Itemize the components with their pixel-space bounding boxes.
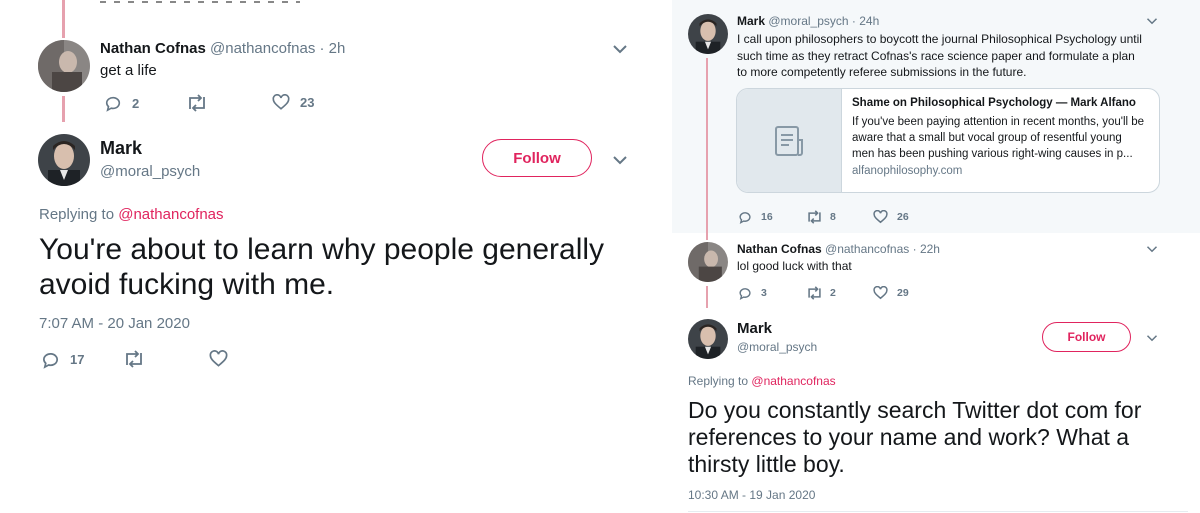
author-handle[interactable]: @nathancofnas [210, 40, 315, 57]
retweet-count: 2 [830, 287, 836, 299]
follow-button[interactable]: Follow [482, 139, 592, 177]
retweet-button[interactable]: 8 [806, 210, 836, 224]
like-button[interactable]: 26 [873, 210, 909, 224]
author-name[interactable]: Mark [737, 320, 772, 337]
tweet-time[interactable]: · 24h [852, 14, 879, 28]
chevron-down-icon[interactable] [1146, 334, 1158, 342]
tweet-header: Nathan Cofnas @nathancofnas · 2h [100, 40, 345, 57]
avatar[interactable] [688, 14, 728, 54]
reply-count: 3 [761, 287, 767, 299]
like-count: 26 [897, 211, 909, 223]
heart-icon [272, 94, 290, 110]
avatar-photo [38, 134, 90, 186]
document-icon [775, 125, 803, 156]
reply-icon [739, 288, 751, 300]
avatar-photo [688, 319, 728, 359]
tweet-text: I call upon philosophers to boycott the … [737, 32, 1142, 79]
avatar[interactable] [688, 319, 728, 359]
tweet-text: get a life [100, 62, 157, 79]
thread-line [706, 58, 708, 240]
author-handle[interactable]: @moral_psych [737, 340, 817, 354]
reply-button[interactable]: 17 [41, 350, 84, 369]
replying-to: Replying to @nathancofnas [39, 206, 224, 223]
retweet-button[interactable] [123, 350, 145, 368]
follow-button[interactable]: Follow [1042, 322, 1131, 352]
avatar-photo [688, 14, 728, 54]
like-count: 23 [300, 95, 315, 110]
tweet-time[interactable]: · 2h [320, 40, 346, 57]
avatar[interactable] [688, 242, 728, 282]
divider [688, 511, 1188, 512]
retweet-count: 8 [830, 211, 836, 223]
replying-to-link[interactable]: @nathancofnas [118, 206, 223, 223]
author-name[interactable]: Nathan Cofnas [100, 40, 206, 57]
reply-button[interactable]: 3 [738, 286, 767, 300]
replying-to: Replying to @nathancofnas [688, 374, 836, 388]
chevron-down-icon[interactable] [612, 155, 628, 165]
heart-icon [873, 286, 888, 300]
author-name[interactable]: Mark [100, 138, 142, 159]
author-handle[interactable]: @moral_psych [768, 14, 848, 28]
author-name[interactable]: Nathan Cofnas [737, 242, 822, 256]
tweet-timestamp[interactable]: 10:30 AM - 19 Jan 2020 [688, 488, 815, 502]
heart-icon [873, 210, 888, 224]
heart-icon [209, 350, 228, 367]
avatar[interactable] [38, 40, 90, 92]
replying-prefix: Replying to [39, 206, 115, 223]
retweet-icon [808, 286, 821, 300]
like-button[interactable] [209, 350, 228, 368]
tweet-text: Do you constantly search Twitter dot com… [688, 397, 1142, 477]
author-name[interactable]: Mark [737, 14, 765, 28]
retweet-button[interactable]: 2 [806, 286, 836, 300]
author-handle[interactable]: @moral_psych [100, 163, 200, 180]
chevron-down-icon[interactable] [1146, 245, 1158, 253]
replying-prefix: Replying to [688, 374, 749, 388]
card-title: Shame on Philosophical Psychology — Mark… [852, 97, 1136, 109]
retweet-button[interactable] [186, 94, 208, 112]
chevron-down-icon[interactable] [1146, 17, 1158, 25]
reply-count: 16 [761, 211, 773, 223]
card-domain: alfanophilosophy.com [852, 165, 963, 177]
tweet-text: You're about to learn why people general… [39, 233, 605, 301]
tweet-text: lol good luck with that [737, 259, 852, 273]
retweet-icon [808, 210, 821, 224]
like-button[interactable]: 29 [873, 286, 909, 300]
reply-icon [105, 96, 121, 112]
card-description: If you've been paying attention in recen… [852, 116, 1145, 160]
chevron-down-icon[interactable] [612, 44, 628, 54]
card-body: Shame on Philosophical Psychology — Mark… [842, 89, 1159, 192]
retweet-icon [126, 350, 142, 368]
reply-count: 2 [132, 95, 140, 111]
avatar-photo [688, 242, 728, 282]
reply-button[interactable]: 2 [104, 94, 139, 112]
avatar[interactable] [38, 134, 90, 186]
avatar-photo [38, 40, 90, 92]
like-count: 29 [897, 287, 909, 299]
card-thumbnail [737, 89, 842, 192]
tweet-timestamp[interactable]: 7:07 AM - 20 Jan 2020 [39, 315, 190, 332]
cropped-text [100, 0, 300, 4]
author-handle[interactable]: @nathancofnas [825, 242, 909, 256]
reply-button[interactable]: 16 [738, 210, 773, 224]
like-button[interactable]: 23 [272, 94, 314, 111]
thread-line [62, 0, 65, 38]
reply-icon [739, 212, 751, 224]
tweet-time[interactable]: · 22h [913, 242, 940, 256]
link-card[interactable]: Shame on Philosophical Psychology — Mark… [736, 88, 1160, 193]
tweet-header: Nathan Cofnas @nathancofnas · 22h [737, 242, 940, 256]
thread-line [62, 96, 65, 122]
replying-to-link[interactable]: @nathancofnas [751, 374, 835, 388]
thread-line [706, 286, 708, 308]
tweet-header: Mark @moral_psych · 24h [737, 14, 879, 28]
reply-count: 17 [70, 352, 85, 367]
retweet-icon [189, 94, 205, 112]
reply-icon [42, 353, 58, 369]
